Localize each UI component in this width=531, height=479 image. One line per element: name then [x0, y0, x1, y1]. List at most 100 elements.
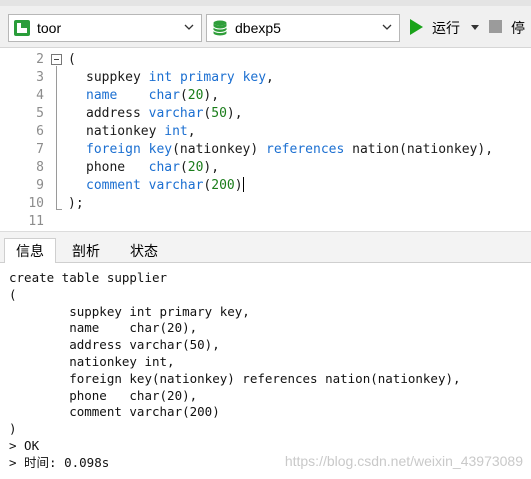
sql-number: 20	[187, 88, 204, 103]
editor-line[interactable]: 5 address varchar(50),	[0, 105, 531, 123]
code-text: name char(20),	[86, 87, 219, 105]
sql-keyword: char	[148, 88, 180, 103]
sql-keyword: primary	[179, 70, 235, 85]
run-dropdown-arrow-icon[interactable]	[471, 25, 479, 30]
sql-text: ),	[226, 106, 243, 121]
sql-text: nationkey	[86, 124, 165, 139]
database-icon	[213, 20, 227, 36]
output-line: > 时间: 0.098s	[9, 454, 110, 470]
line-number: 11	[28, 214, 44, 229]
sql-text: ,	[187, 124, 196, 139]
sql-keyword: key	[242, 70, 267, 85]
sql-keyword: comment	[86, 178, 141, 193]
tab-status[interactable]: 状态	[118, 238, 170, 264]
line-number: 2	[36, 52, 44, 67]
message-output: https://blog.csdn.net/weixin_43973089 cr…	[0, 263, 531, 479]
sql-editor[interactable]: 2(3 suppkey int primary key, 4 name char(20…	[0, 48, 531, 231]
editor-line[interactable]: 6 nationkey int,	[0, 123, 531, 141]
sql-number: 50	[211, 106, 227, 121]
code-text: foreign key(nationkey) references nation…	[86, 141, 493, 159]
output-line: nationkey int,	[9, 354, 175, 369]
sql-keyword: foreign	[86, 142, 141, 157]
line-number: 5	[36, 106, 44, 121]
sql-keyword: char	[148, 160, 180, 175]
sql-text: (	[68, 52, 76, 67]
sql-text: nation(nationkey),	[344, 142, 494, 157]
line-number: 10	[28, 196, 44, 211]
output-line: phone char(20),	[9, 387, 198, 403]
editor-line[interactable]: 4 name char(20),	[0, 87, 531, 105]
sql-text: suppkey	[86, 70, 149, 85]
watermark: https://blog.csdn.net/weixin_43973089	[284, 453, 523, 469]
line-number: 8	[36, 160, 44, 175]
sql-text: ,	[266, 70, 274, 85]
sql-text: phone	[86, 160, 149, 175]
output-line: name char(20),	[9, 320, 198, 336]
sql-text: ),	[203, 88, 220, 103]
sql-keyword: references	[266, 142, 345, 157]
connection-select-value: toor	[37, 20, 62, 36]
chevron-down-icon[interactable]	[381, 21, 393, 33]
output-line: comment varchar(200)	[9, 404, 220, 420]
line-number: 3	[36, 70, 44, 85]
sql-text: )	[234, 178, 243, 193]
editor-line[interactable]: 10);	[0, 195, 531, 213]
code-text: (	[68, 51, 76, 69]
code-text: suppkey int primary key,	[86, 69, 274, 87]
editor-line[interactable]: 11	[0, 213, 531, 231]
output-line: foreign key(nationkey) references nation…	[9, 370, 461, 386]
sql-text: (	[179, 88, 188, 103]
sql-keyword: name	[86, 88, 118, 103]
output-line: address varchar(50),	[9, 337, 220, 353]
code-text: );	[68, 195, 84, 213]
code-text: comment varchar(200)	[86, 177, 244, 195]
result-tabs: 信息 剖析 状态	[0, 231, 531, 265]
editor-line[interactable]: 3 suppkey int primary key,	[0, 69, 531, 87]
sql-keyword: int	[164, 124, 188, 139]
connection-icon	[14, 20, 30, 36]
text-caret	[242, 177, 244, 192]
sql-text: (nationkey)	[172, 142, 267, 157]
output-line: > OK	[9, 438, 40, 453]
database-select[interactable]: dbexp5	[206, 14, 400, 42]
sql-text: );	[68, 196, 84, 211]
output-line: suppkey int primary key,	[9, 303, 250, 319]
play-icon	[410, 19, 423, 35]
toolbar-top-strip	[0, 0, 531, 6]
sql-keyword: key	[148, 142, 173, 157]
code-text: address varchar(50),	[86, 105, 243, 123]
sql-keyword: varchar	[148, 106, 204, 121]
tab-info[interactable]: 信息	[4, 238, 56, 265]
sql-number: 20	[187, 160, 204, 175]
line-number: 7	[36, 142, 44, 157]
stop-icon	[489, 20, 502, 33]
sql-text: (	[179, 160, 188, 175]
line-number: 6	[36, 124, 44, 139]
stop-button-label: 停	[511, 20, 525, 36]
output-line: (	[9, 286, 17, 302]
tab-profile[interactable]: 剖析	[60, 238, 112, 264]
toolbar: toor dbexp5 运行 停	[0, 0, 531, 48]
output-line: create table supplier	[9, 270, 168, 285]
editor-line[interactable]: 9 comment varchar(200)	[0, 177, 531, 195]
code-text: phone char(20),	[86, 159, 219, 177]
editor-line[interactable]: 7 foreign key(nationkey) references natio…	[0, 141, 531, 159]
connection-select[interactable]: toor	[8, 14, 202, 42]
chevron-down-icon[interactable]	[183, 21, 195, 33]
line-number: 9	[36, 178, 44, 193]
run-button-label: 运行	[432, 20, 460, 36]
sql-keyword: int	[148, 70, 173, 85]
editor-line[interactable]: 2(	[0, 51, 531, 69]
editor-line[interactable]: 8 phone char(20),	[0, 159, 531, 177]
line-number: 4	[36, 88, 44, 103]
sql-keyword: varchar	[148, 178, 204, 193]
sql-number: 200	[211, 178, 235, 193]
sql-text: address	[86, 106, 149, 121]
output-line: )	[9, 421, 17, 437]
sql-text: ),	[203, 160, 220, 175]
